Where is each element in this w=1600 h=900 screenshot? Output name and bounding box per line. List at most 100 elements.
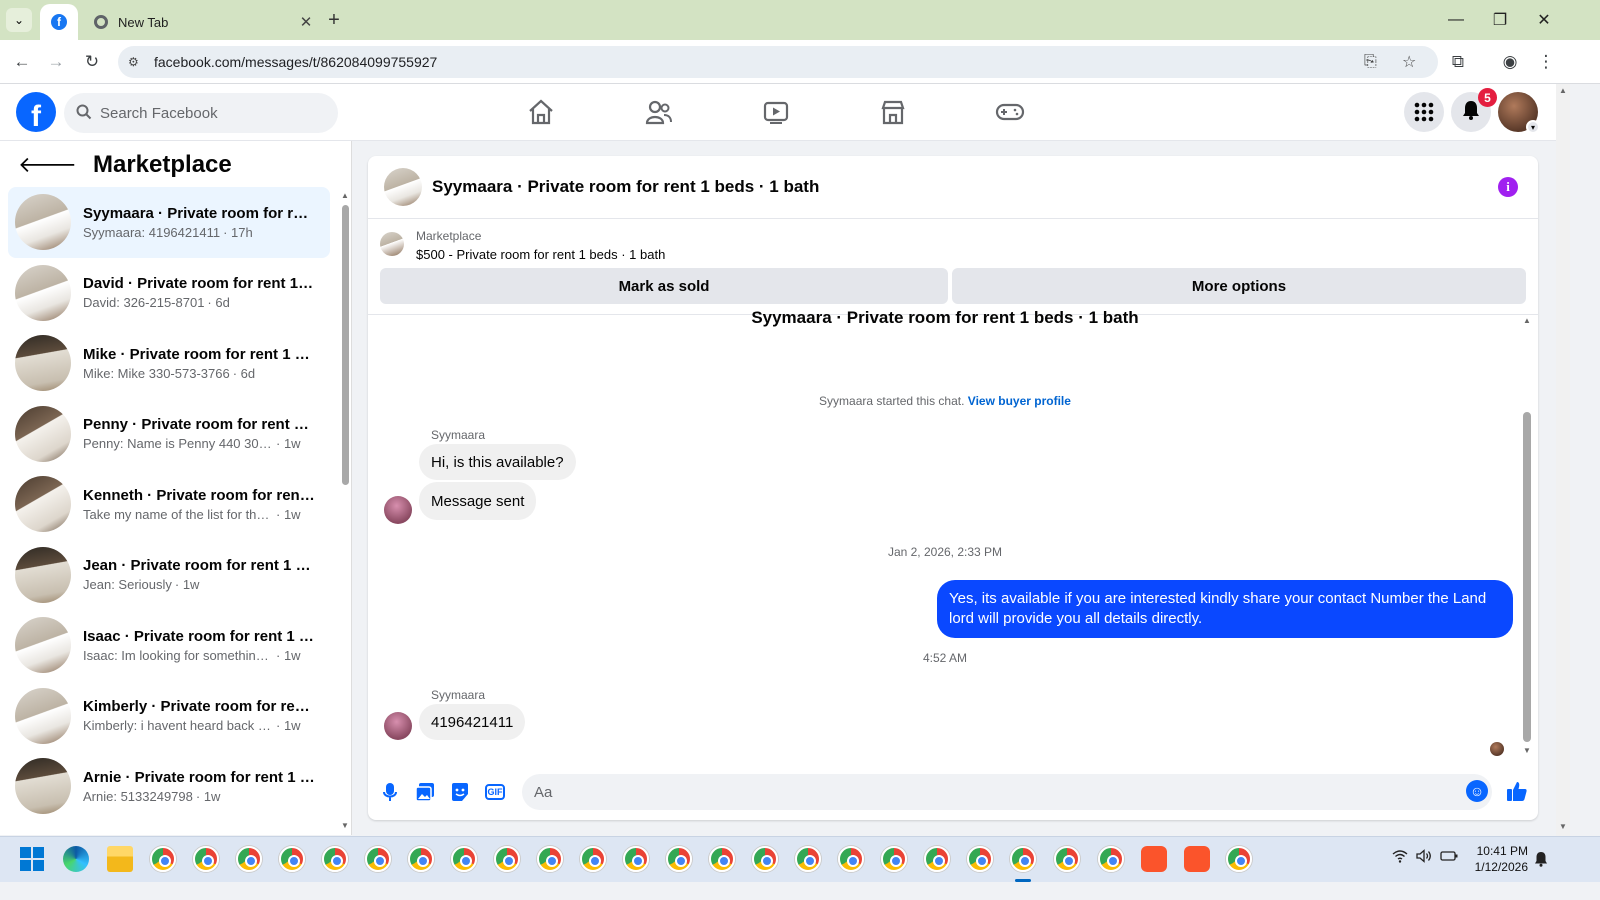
like-icon[interactable] <box>1504 778 1530 804</box>
photo-icon[interactable] <box>413 780 437 804</box>
facebook-logo[interactable]: f <box>16 92 56 132</box>
chrome-icon[interactable] <box>838 846 864 872</box>
edge-icon[interactable] <box>63 846 89 872</box>
chrome-icon[interactable] <box>236 846 262 872</box>
incoming-message[interactable]: 4196421411 <box>419 704 526 740</box>
friends-icon[interactable] <box>629 92 689 132</box>
listing-price[interactable]: $500 - Private room for rent 1 beds · 1 … <box>416 247 665 262</box>
scroll-up-arrow[interactable]: ▲ <box>1558 86 1568 95</box>
extensions-icon[interactable]: ⧉ <box>1446 50 1470 74</box>
conversation-item[interactable]: Mike · Private room for rent 1 be... Mik… <box>8 328 330 399</box>
scroll-down-arrow[interactable]: ▼ <box>1558 822 1568 831</box>
notification-bell-icon[interactable] <box>1534 851 1548 870</box>
site-info-icon[interactable]: ⚙ <box>128 55 148 69</box>
conversation-item[interactable]: Kimberly · Private room for rent ... Kim… <box>8 681 330 752</box>
chrome-icon[interactable] <box>322 846 348 872</box>
chrome-icon[interactable] <box>795 846 821 872</box>
minimize-button[interactable]: — <box>1436 6 1476 34</box>
sidebar-scrollbar[interactable]: ▲ ▼ <box>340 191 350 831</box>
chrome-icon[interactable] <box>623 846 649 872</box>
microphone-icon[interactable] <box>378 780 402 804</box>
conversation-item[interactable]: Penny · Private room for rent 1 b... Pen… <box>8 399 330 470</box>
chrome-icon[interactable] <box>193 846 219 872</box>
tab-new-tab[interactable]: New Tab ✕ <box>84 4 316 40</box>
scroll-down-arrow[interactable]: ▼ <box>1522 746 1532 755</box>
gif-icon[interactable]: GIF <box>485 784 505 800</box>
chrome-icon[interactable] <box>881 846 907 872</box>
chrome-icon[interactable] <box>451 846 477 872</box>
chrome-icon[interactable] <box>494 846 520 872</box>
incoming-message[interactable]: Hi, is this available? <box>419 444 576 480</box>
wifi-icon[interactable] <box>1392 849 1408 866</box>
brave-icon[interactable] <box>1141 846 1167 872</box>
file-explorer-icon[interactable] <box>107 846 133 872</box>
chrome-icon[interactable] <box>580 846 606 872</box>
back-icon[interactable]: ← <box>10 50 34 74</box>
view-buyer-profile-link[interactable]: View buyer profile <box>968 394 1071 408</box>
sender-avatar[interactable] <box>384 496 412 524</box>
sender-avatar[interactable] <box>384 712 412 740</box>
home-icon[interactable] <box>511 92 571 132</box>
tab-search-button[interactable]: ⌄ <box>6 8 32 32</box>
chat-listing-thumbnail[interactable] <box>384 168 422 206</box>
account-avatar[interactable]: ▾ <box>1498 92 1540 134</box>
conversation-item[interactable]: Syymaara · Private room for rent... Syym… <box>8 187 330 258</box>
new-tab-button[interactable]: + <box>322 8 346 32</box>
scroll-thumb[interactable] <box>1523 412 1531 742</box>
chrome-icon[interactable] <box>666 846 692 872</box>
volume-icon[interactable] <box>1416 849 1432 866</box>
close-window-button[interactable]: ✕ <box>1524 6 1564 34</box>
profile-icon[interactable]: ◉ <box>1498 50 1522 74</box>
scroll-down-arrow[interactable]: ▼ <box>340 821 350 830</box>
chrome-icon[interactable] <box>150 846 176 872</box>
chat-title[interactable]: Syymaara · Private room for rent 1 beds … <box>432 177 819 197</box>
tab-facebook[interactable]: f <box>40 4 78 40</box>
message-input[interactable] <box>522 774 1492 810</box>
chrome-icon[interactable] <box>279 846 305 872</box>
scroll-up-arrow[interactable]: ▲ <box>1522 316 1532 325</box>
conversation-item[interactable]: Isaac · Private room for rent 1 be... Is… <box>8 610 330 681</box>
battery-icon[interactable] <box>1440 849 1458 866</box>
mark-as-sold-button[interactable]: Mark as sold <box>380 268 948 304</box>
menu-grid-icon[interactable] <box>1404 92 1444 132</box>
more-options-button[interactable]: More options <box>952 268 1526 304</box>
brave-icon[interactable] <box>1184 846 1210 872</box>
scroll-thumb[interactable] <box>342 205 349 485</box>
info-icon[interactable]: i <box>1498 177 1518 197</box>
sticker-icon[interactable] <box>448 780 472 804</box>
system-clock[interactable]: 10:41 PM 1/12/2026 <box>1472 843 1528 875</box>
chrome-icon[interactable] <box>1226 846 1252 872</box>
chrome-icon[interactable] <box>924 846 950 872</box>
chrome-icon[interactable] <box>752 846 778 872</box>
chrome-icon[interactable] <box>365 846 391 872</box>
chrome-icon[interactable] <box>537 846 563 872</box>
notifications-button[interactable]: 5 <box>1451 88 1497 132</box>
url-text[interactable]: facebook.com/messages/t/862084099755927 <box>154 54 437 70</box>
chrome-icon[interactable] <box>1054 846 1080 872</box>
conversation-item[interactable]: Arnie · Private room for rent 1 b... Arn… <box>8 751 330 822</box>
incoming-message[interactable]: Message sent <box>419 482 537 520</box>
page-scrollbar[interactable]: ▲ ▼ <box>1556 84 1570 836</box>
restore-button[interactable]: ❐ <box>1480 6 1520 34</box>
video-icon[interactable] <box>746 92 806 132</box>
address-bar[interactable]: ⚙ facebook.com/messages/t/86208409975592… <box>118 46 1438 78</box>
reload-icon[interactable]: ↻ <box>80 50 104 74</box>
chat-scrollbar[interactable]: ▲ ▼ <box>1522 316 1532 756</box>
browser-menu-icon[interactable]: ⋮ <box>1534 50 1558 74</box>
conversation-item[interactable]: Kenneth · Private room for rent ... Take… <box>8 469 330 540</box>
back-arrow-icon[interactable]: 🡐 <box>18 152 77 178</box>
chrome-icon[interactable] <box>1098 846 1124 872</box>
outgoing-message[interactable]: Yes, its available if you are interested… <box>937 580 1513 638</box>
chrome-icon[interactable] <box>408 846 434 872</box>
gaming-icon[interactable] <box>980 92 1040 132</box>
bookmark-star-icon[interactable]: ☆ <box>1402 46 1416 78</box>
scroll-up-arrow[interactable]: ▲ <box>340 191 350 200</box>
marketplace-icon[interactable] <box>863 92 923 132</box>
chrome-icon[interactable] <box>1010 846 1036 872</box>
forward-icon[interactable]: → <box>44 50 68 74</box>
close-tab-icon[interactable]: ✕ <box>296 13 316 31</box>
search-box[interactable] <box>64 93 338 133</box>
chrome-icon[interactable] <box>709 846 735 872</box>
emoji-icon[interactable]: ☺ <box>1466 780 1488 802</box>
conversation-item[interactable]: Jean · Private room for rent 1 be... Jea… <box>8 540 330 611</box>
